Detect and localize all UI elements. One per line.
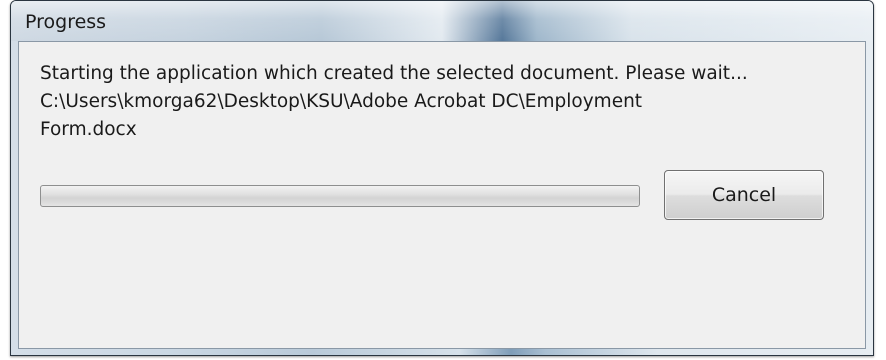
dialog-title: Progress — [25, 11, 107, 33]
cancel-button[interactable]: Cancel — [664, 170, 824, 220]
status-message: Starting the application which created t… — [40, 60, 850, 144]
document-path-line: C:\Users\kmorga62\Desktop\KSU\Adobe Acro… — [40, 91, 643, 112]
progress-bar — [40, 185, 640, 207]
document-filename-line: Form.docx — [40, 119, 137, 140]
status-message-line: Starting the application which created t… — [40, 63, 748, 84]
title-bar[interactable]: Progress — [11, 1, 873, 41]
